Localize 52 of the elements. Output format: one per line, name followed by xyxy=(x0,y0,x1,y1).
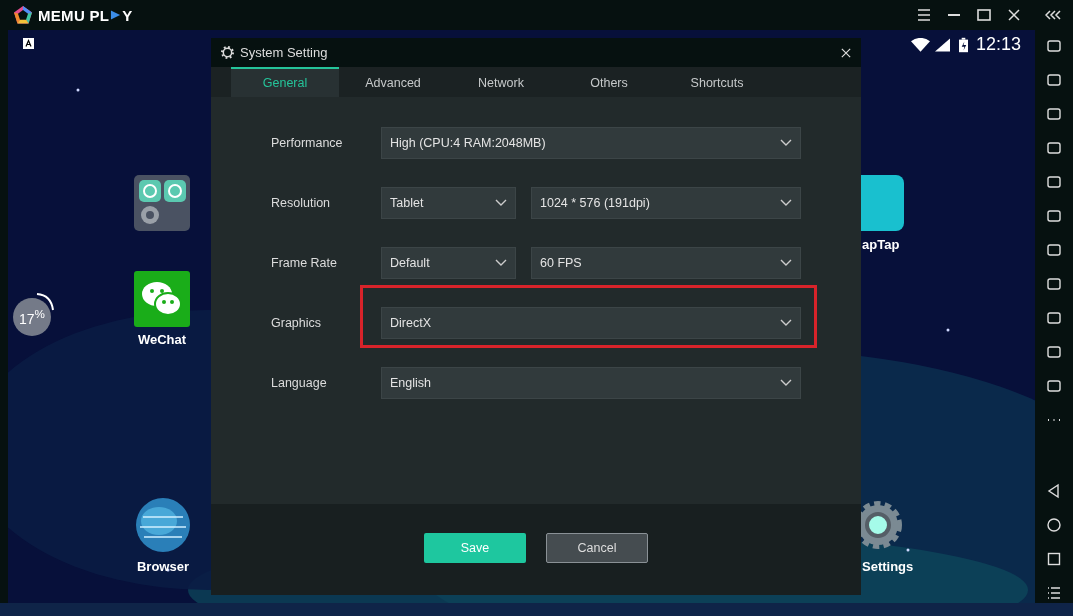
dropdown[interactable]: High (CPU:4 RAM:2048MB) xyxy=(381,127,801,159)
setting-label: Resolution xyxy=(271,196,332,210)
clock-time: 12:13 xyxy=(975,34,1021,55)
cancel-button[interactable]: Cancel xyxy=(546,533,648,563)
dialog-title: System Setting xyxy=(240,45,329,60)
maximize-icon[interactable] xyxy=(977,9,991,21)
app-label: Browser xyxy=(136,559,190,574)
list-icon[interactable] xyxy=(1046,585,1062,601)
collapse-icon[interactable] xyxy=(1045,9,1063,21)
tab[interactable]: Others xyxy=(555,67,663,97)
logo-text: Y xyxy=(122,6,133,24)
progress-arc-icon xyxy=(35,292,55,312)
dropdown[interactable]: 60 FPS xyxy=(531,247,801,279)
dropdown[interactable]: DirectX xyxy=(381,307,801,339)
wifi-icon xyxy=(910,37,930,52)
app-label: WeChat xyxy=(136,332,188,347)
app-label: Settings xyxy=(862,559,914,574)
chat-bubbles-icon[interactable] xyxy=(134,271,190,327)
home-icon[interactable] xyxy=(1046,517,1062,533)
signal-icon xyxy=(934,37,950,52)
tab[interactable]: Shortcuts xyxy=(663,67,771,97)
close-icon[interactable] xyxy=(841,47,851,58)
logo-text: MEMU PL xyxy=(38,6,110,24)
dropdown[interactable]: Default xyxy=(381,247,516,279)
tab[interactable]: General xyxy=(231,67,339,97)
chevron-down-icon xyxy=(780,259,792,267)
app-label: apTap xyxy=(862,237,900,252)
close-icon[interactable] xyxy=(1007,9,1021,21)
battery-icon xyxy=(958,36,968,53)
setting-label: Frame Rate xyxy=(271,256,338,270)
dropdown[interactable]: Tablet xyxy=(381,187,516,219)
chevron-down-icon xyxy=(780,139,792,147)
logo-icon xyxy=(13,5,33,25)
notification-icon xyxy=(23,38,34,49)
chevron-down-icon xyxy=(780,379,792,387)
chevron-down-icon xyxy=(780,319,792,327)
setting-label: Performance xyxy=(271,136,344,150)
globe-icon[interactable] xyxy=(135,497,191,553)
chevron-down-icon xyxy=(495,199,507,207)
tab[interactable]: Advanced xyxy=(339,67,447,97)
play-icon xyxy=(110,9,122,21)
setting-label: Graphics xyxy=(271,316,323,330)
chevron-down-icon xyxy=(495,259,507,267)
dropdown[interactable]: 1024 * 576 (191dpi) xyxy=(531,187,801,219)
tab[interactable]: Network xyxy=(447,67,555,97)
menu-icon[interactable] xyxy=(917,9,931,21)
back-icon[interactable] xyxy=(1046,483,1062,499)
app-folder-icon[interactable] xyxy=(134,175,190,231)
recents-icon[interactable] xyxy=(1046,551,1062,567)
chevron-down-icon xyxy=(780,199,792,207)
setting-label: Language xyxy=(271,376,328,390)
dropdown[interactable]: English xyxy=(381,367,801,399)
